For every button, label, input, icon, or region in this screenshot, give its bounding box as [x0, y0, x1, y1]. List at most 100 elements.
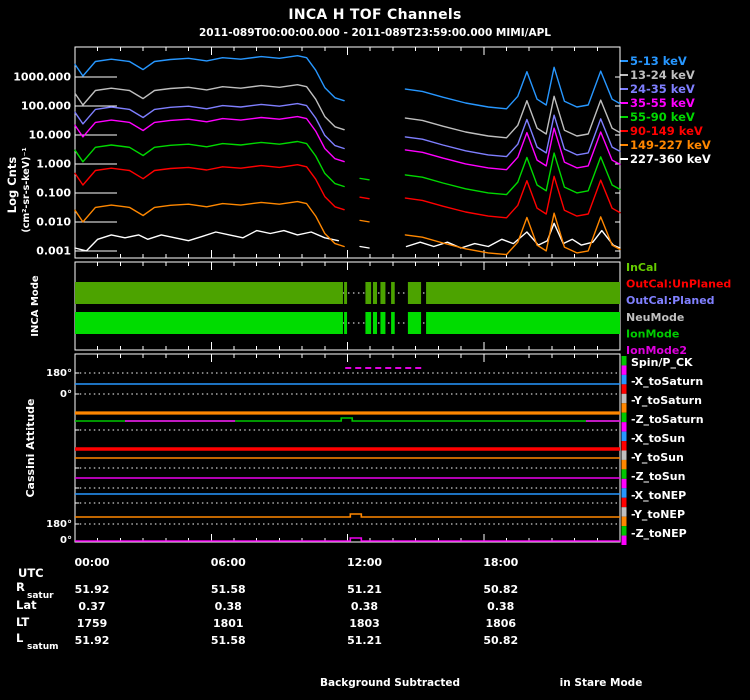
inca-tof-plot-window: INCA H TOF Channels 2011-089T00:00:00.00…	[0, 0, 750, 700]
y-axis-tick-label: 1.000	[36, 157, 71, 170]
attitude-legend-marker	[621, 526, 627, 536]
spectra-series-227-360 keV	[405, 222, 621, 249]
attitude-legend-marker	[621, 393, 627, 404]
attitude-legend-marker	[621, 374, 627, 385]
spectra-y-axis-units-label: (cm²-sr-s-keV)⁻¹	[21, 147, 32, 232]
attitude-legend-marker	[621, 441, 627, 451]
attitude-legend-marker	[621, 459, 627, 470]
spectra-series-90-149 keV	[404, 175, 621, 219]
y-axis-tick-label: 0.001	[36, 244, 71, 257]
attitude-axis-label: 0°	[60, 389, 72, 400]
spectra-series-149-227 keV	[404, 212, 621, 256]
attitude-legend-marker	[621, 431, 627, 442]
attitude-legend-marker	[621, 488, 627, 498]
attitude-legend-marker	[621, 412, 627, 423]
attitude-legend-marker	[621, 535, 627, 545]
ion-mode-bar	[426, 312, 620, 334]
panel-frame	[74, 46, 621, 259]
y-axis-tick-label: 10.000	[29, 128, 72, 141]
attitude-legend-label: Spin/P_CK	[631, 356, 693, 369]
table-value: 0.38	[350, 600, 379, 613]
neu-mode-bar	[407, 282, 422, 304]
spectra-legend-label: 55-90 keV	[630, 110, 695, 124]
stare-mode-note: in Stare Mode	[559, 677, 643, 689]
mode-legend-label: OutCal:Planed	[626, 294, 715, 307]
spectra-series-fragment	[359, 245, 370, 249]
mode-legend-label: OutCal:UnPlaned	[626, 278, 731, 291]
attitude-legend-label: -Y_toNEP	[631, 508, 685, 521]
ion-mode-bar	[75, 312, 343, 334]
spectra-series-55-90 keV	[404, 152, 621, 196]
neu-mode-bar	[372, 282, 378, 304]
spectra-legend-label: 13-24 keV	[630, 68, 695, 82]
attitude-legend-marker	[621, 478, 627, 489]
table-value: 1759	[76, 617, 108, 630]
table-value: 0.38	[214, 600, 242, 613]
attitude-legend-label: -Z_toNEP	[631, 527, 687, 540]
table-value: 51.92	[74, 634, 110, 647]
y-axis-tick-label: 0.100	[36, 186, 71, 199]
attitude-legend-marker	[621, 384, 627, 394]
spectra-series-fragment	[359, 177, 370, 181]
table-value: 51.92	[74, 583, 110, 596]
y-axis-tick-label: 100.000	[21, 99, 71, 112]
utc-tick-label: 18:00	[483, 556, 519, 569]
neu-mode-bar	[391, 282, 395, 304]
neu-mode-bar	[426, 282, 620, 304]
mode-legend-label: NeuMode	[626, 311, 684, 324]
spectra-series-5-13 keV	[74, 55, 345, 102]
attitude-legend-label: -Z_toSaturn	[631, 413, 704, 426]
attitude-legend-marker	[621, 365, 627, 375]
table-value: 51.58	[210, 634, 246, 647]
spectra-legend-label: 24-35 keV	[630, 82, 695, 96]
table-value: 51.21	[347, 634, 382, 647]
utc-tick-label: 06:00	[210, 556, 246, 569]
neu-mode-bar	[380, 282, 386, 304]
y-axis-tick-label: 1000.000	[13, 70, 71, 83]
spectra-series-24-35 keV	[74, 102, 345, 150]
attitude-legend-marker	[621, 507, 627, 517]
ion-mode-bar	[380, 312, 386, 334]
utc-row-label: UTC	[18, 566, 44, 580]
attitude-axis-label: 180°	[46, 368, 72, 379]
attitude-legend-label: -Y_toSun	[631, 451, 684, 464]
spectra-series-35-55 keV	[74, 115, 345, 163]
table-row-label: LT	[16, 615, 30, 629]
table-value: 0.38	[487, 600, 515, 613]
table-value: 1806	[485, 617, 517, 630]
spectra-series-149-227 keV	[74, 200, 345, 248]
table-value: 51.21	[347, 583, 382, 596]
table-row-label: L	[16, 631, 24, 645]
line-orange-lower	[75, 513, 620, 518]
table-value: 50.82	[483, 583, 519, 596]
utc-tick-label: 00:00	[74, 556, 110, 569]
ion-mode-bar	[344, 312, 348, 334]
spectra-series-227-360 keV	[74, 229, 340, 252]
utc-tick-label: 12:00	[346, 556, 383, 569]
spectra-series-24-35 keV	[404, 114, 621, 158]
y-axis-tick-label: 0.010	[36, 215, 71, 228]
spectra-legend-label: 149-227 keV	[630, 138, 711, 152]
attitude-legend-marker	[621, 516, 627, 527]
background-subtracted-note: Background Subtracted	[319, 677, 461, 689]
attitude-legend-label: -Y_toSaturn	[631, 394, 702, 407]
ion-mode-bar	[391, 312, 395, 334]
spectra-series-fragment	[359, 219, 370, 223]
spectra-legend-label: 227-360 keV	[630, 152, 711, 166]
attitude-legend-label: -X_toNEP	[631, 489, 686, 502]
attitude-legend-marker	[621, 403, 627, 413]
attitude-axis-label: 0°	[60, 535, 72, 546]
neu-mode-bar	[365, 282, 372, 304]
attitude-legend-label: -X_toSun	[631, 432, 685, 445]
table-value: 51.58	[210, 583, 246, 596]
neu-mode-bar	[75, 282, 343, 304]
spectra-y-axis-label: Log Cnts	[5, 157, 19, 214]
spectra-series-5-13 keV	[404, 66, 621, 110]
table-row-label: R	[16, 580, 25, 594]
attitude-legend-label: -X_toSaturn	[631, 375, 703, 388]
attitude-legend-label: -Z_toSun	[631, 470, 685, 483]
mode-legend-label: InCal	[626, 261, 657, 274]
table-value: 1803	[349, 617, 380, 630]
spectra-legend-label: 35-55 keV	[630, 96, 695, 110]
ion-mode-bar	[365, 312, 372, 334]
